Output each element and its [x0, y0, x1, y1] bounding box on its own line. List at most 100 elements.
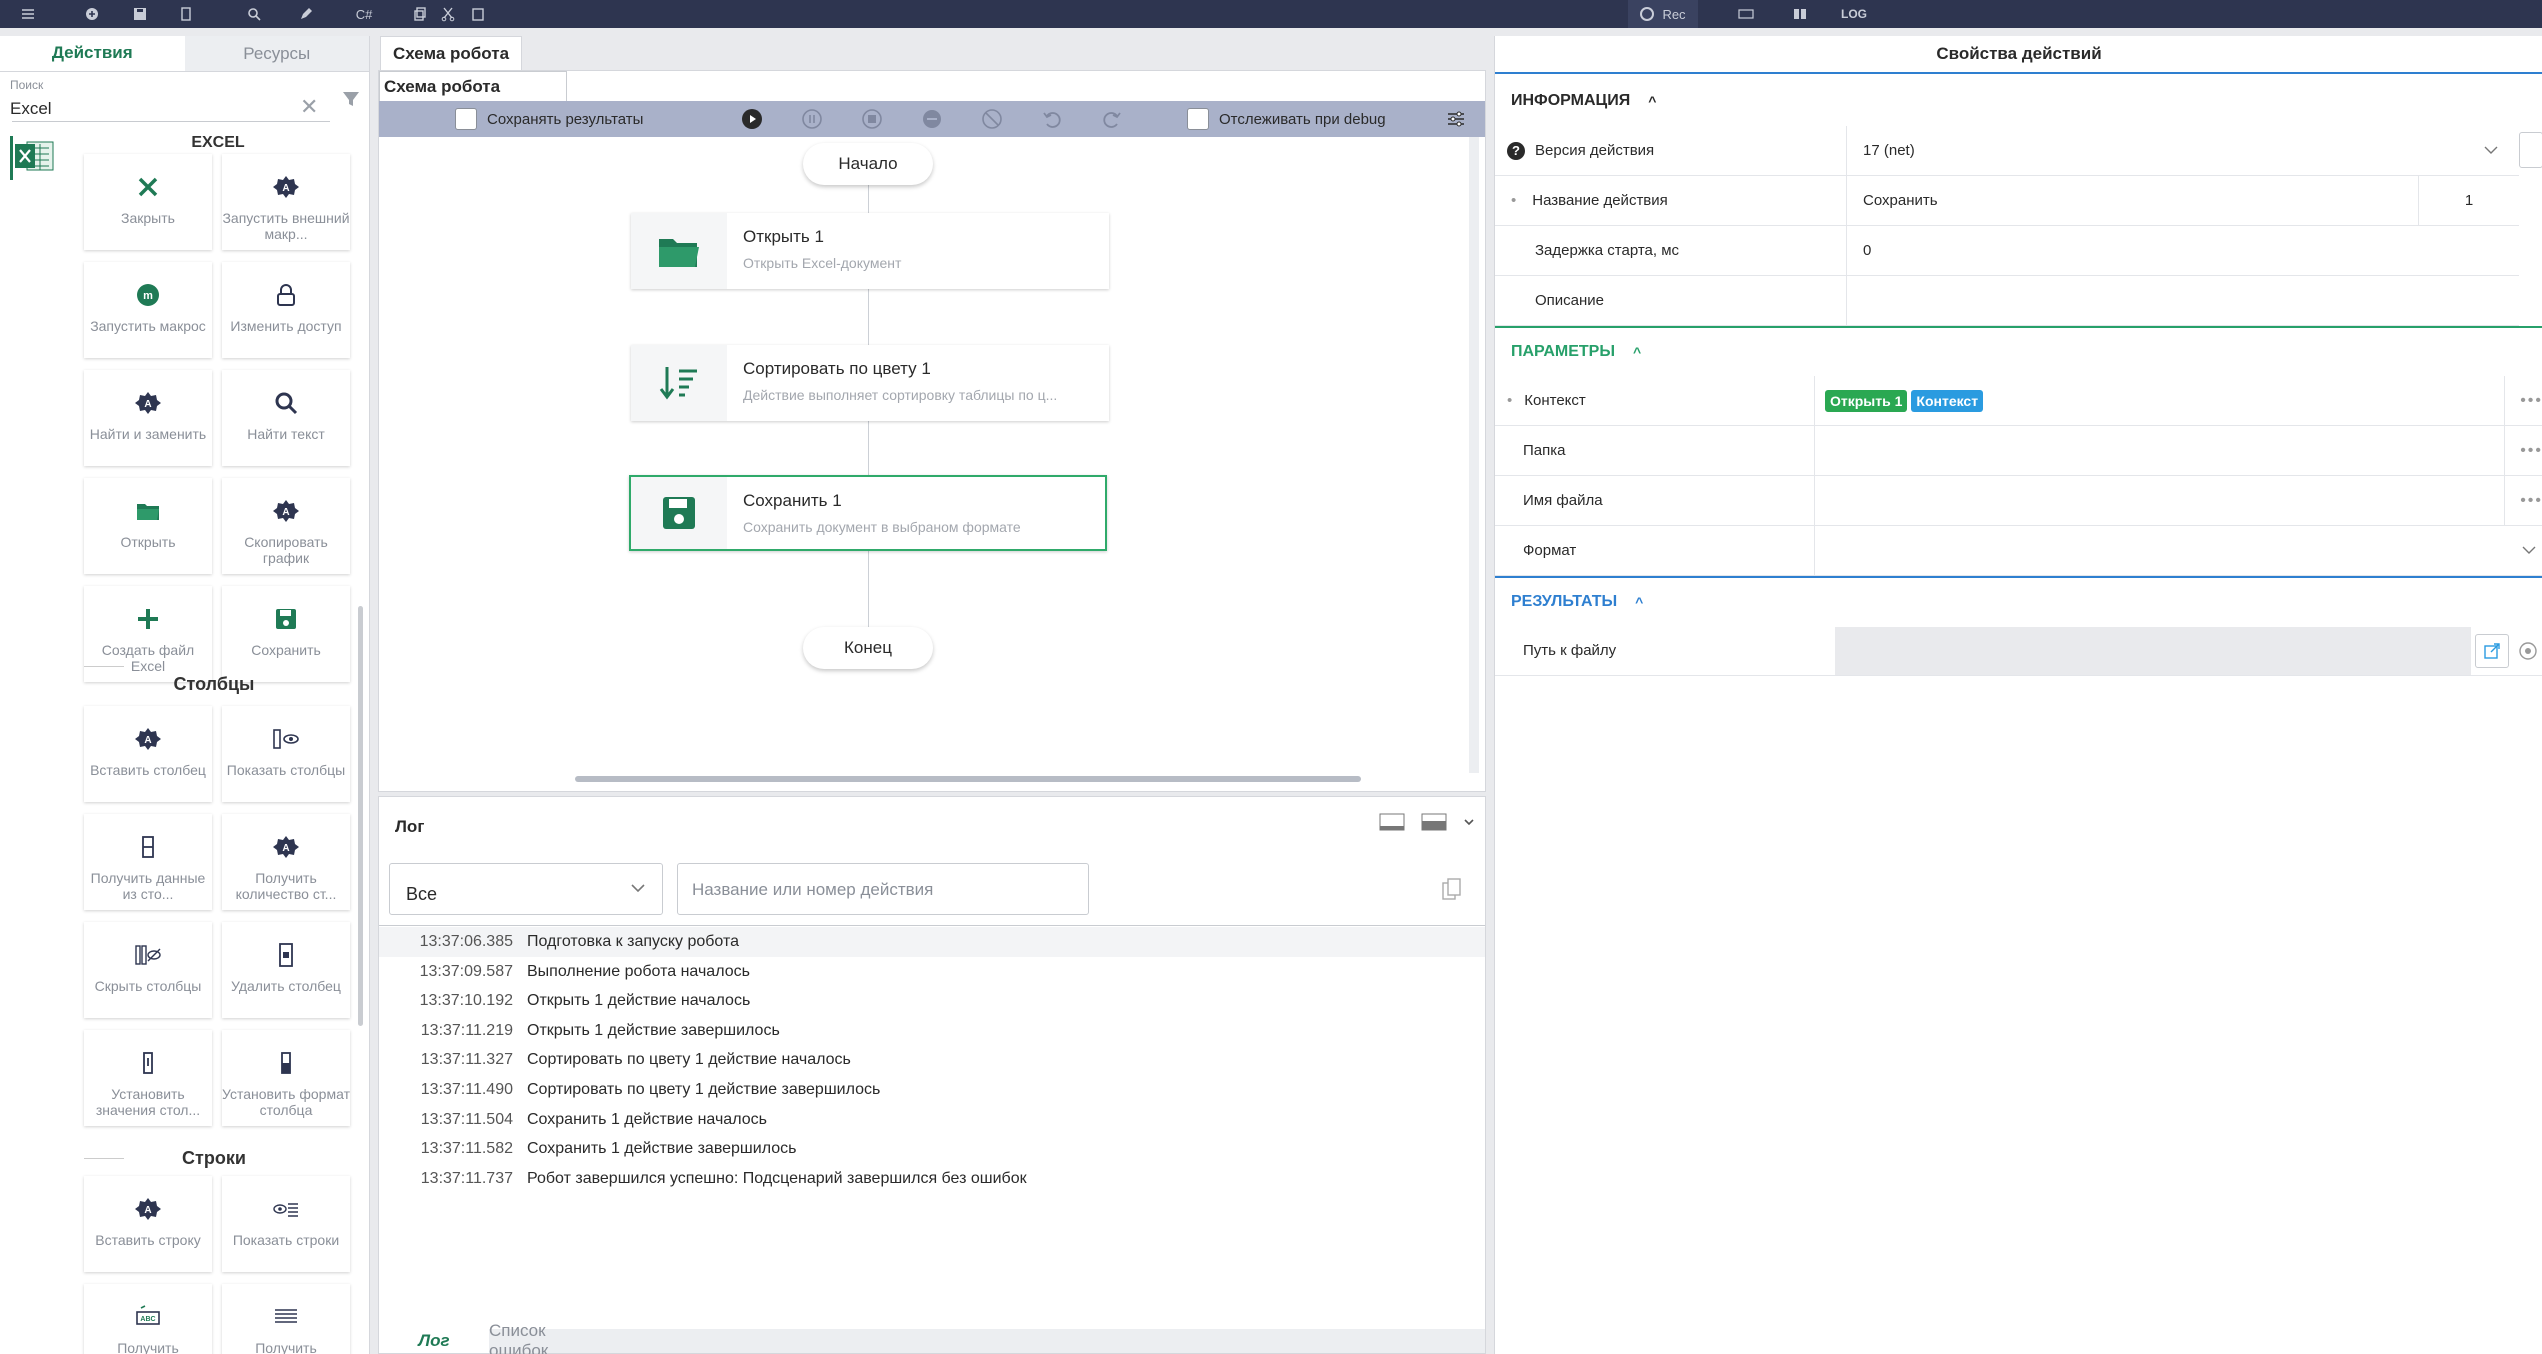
book-icon[interactable] — [1780, 0, 1820, 28]
schema-vertical-scrollbar[interactable] — [1469, 137, 1479, 773]
name-input[interactable]: Сохранить — [1847, 176, 2419, 225]
paste-icon[interactable] — [458, 0, 498, 28]
action-tile[interactable]: Удалить столбец — [222, 922, 350, 1018]
action-tile[interactable]: A Вставить столбец — [84, 706, 212, 802]
dock-bottom-icon[interactable] — [1379, 813, 1405, 831]
folder-input[interactable] — [1815, 426, 2505, 475]
left-scrollbar[interactable] — [358, 606, 363, 1026]
flow-node-sort[interactable]: Сортировать по цвету 1 Действие выполняет… — [631, 345, 1109, 421]
log-search-input[interactable]: Название или номер действия — [677, 863, 1089, 915]
tab-robot-schema[interactable]: Схема робота — [380, 36, 522, 70]
play-icon[interactable] — [741, 108, 763, 130]
tab-errors[interactable]: Список ошибок — [489, 1321, 599, 1354]
settings-sliders-icon[interactable] — [1445, 108, 1467, 130]
context-value[interactable]: Открыть 1 Контекст — [1815, 376, 2505, 425]
undo-icon[interactable] — [1041, 108, 1063, 130]
action-tile[interactable]: Получить данные из сто... — [84, 814, 212, 910]
action-tile[interactable]: Открыть — [84, 478, 212, 574]
excel-category-icon[interactable] — [10, 136, 58, 180]
delay-input[interactable]: 0 — [1847, 226, 1871, 275]
section-info[interactable]: ИНФОРМАЦИЯ ^ — [1495, 76, 2542, 126]
menu-icon[interactable] — [8, 0, 48, 28]
log-button[interactable]: LOG — [1834, 0, 1874, 28]
action-tile[interactable]: Установить формат столбца — [222, 1030, 350, 1126]
action-tile[interactable]: A Получить количество ст... — [222, 814, 350, 910]
prop-description: Описание — [1495, 276, 2519, 326]
action-tile[interactable]: Скрыть столбцы — [84, 922, 212, 1018]
flow-node-open[interactable]: Открыть 1 Открыть Excel-документ — [631, 213, 1109, 289]
log-level-select[interactable]: Все — [389, 863, 663, 915]
log-entry[interactable]: 13:37:11.219 Открыть 1 действие завершило… — [379, 1016, 1485, 1046]
log-entry[interactable]: 13:37:11.582 Сохранить 1 действие заверши… — [379, 1134, 1485, 1164]
redo-icon[interactable] — [1101, 108, 1123, 130]
action-tile[interactable]: ABC Получить — [84, 1284, 212, 1354]
log-entry[interactable]: 13:37:10.192 Открыть 1 действие началось — [379, 986, 1485, 1016]
clipboard-icon[interactable] — [166, 0, 206, 28]
action-tile[interactable]: Показать строки — [222, 1176, 350, 1272]
debug-checkbox[interactable] — [1187, 108, 1209, 130]
sub-tab-robot-schema[interactable]: Схема робота — [379, 71, 567, 101]
log-entry[interactable]: 13:37:11.504 Сохранить 1 действие началос… — [379, 1105, 1485, 1135]
search-input[interactable] — [12, 76, 330, 122]
csharp-button[interactable]: C# — [344, 0, 384, 28]
start-node[interactable]: Начало — [803, 143, 933, 185]
schema-horizontal-scrollbar[interactable] — [575, 776, 1361, 782]
target-icon[interactable] — [2517, 640, 2539, 662]
action-tile[interactable]: Получить — [222, 1284, 350, 1354]
save-icon[interactable] — [120, 0, 160, 28]
chevron-down-icon[interactable] — [1463, 813, 1475, 831]
edit-icon[interactable] — [286, 0, 326, 28]
side-button[interactable] — [2519, 132, 2542, 168]
search-value[interactable]: Excel — [10, 99, 52, 119]
more-icon[interactable]: ••• — [2520, 392, 2542, 410]
action-tile-label: Установить формат столбца — [222, 1086, 350, 1118]
add-icon[interactable] — [72, 0, 112, 28]
clear-icon[interactable]: ✕ — [300, 94, 318, 120]
log-entry[interactable]: 13:37:11.737 Робот завершился успешно: По… — [379, 1164, 1485, 1194]
more-icon[interactable]: ••• — [2520, 492, 2542, 510]
copy-icon[interactable] — [1441, 877, 1463, 901]
stop-icon[interactable] — [861, 108, 883, 130]
action-tile[interactable]: A Скопировать график — [222, 478, 350, 574]
flow-node-save[interactable]: Сохранить 1 Сохранить документ в выбраном… — [629, 475, 1107, 551]
log-entry[interactable]: 13:37:11.490 Сортировать по цвету 1 дейст… — [379, 1075, 1485, 1105]
keyboard-icon[interactable] — [1726, 0, 1766, 28]
tab-actions[interactable]: Действия — [0, 36, 185, 71]
description-input[interactable] — [1847, 276, 1863, 325]
minus-icon[interactable] — [921, 108, 943, 130]
action-tile[interactable]: Сохранить — [222, 586, 350, 682]
action-tile[interactable]: Найти текст — [222, 370, 350, 466]
close-icon — [133, 172, 163, 202]
dock-half-icon[interactable] — [1421, 813, 1447, 831]
more-icon[interactable]: ••• — [2520, 442, 2542, 460]
action-tile[interactable]: A Запустить внешний макр... — [222, 154, 350, 250]
action-tile[interactable]: Изменить доступ — [222, 262, 350, 358]
save-results-checkbox[interactable] — [455, 108, 477, 130]
log-entry[interactable]: 13:37:06.385 Подготовка к запуску робота — [379, 927, 1485, 957]
search-icon[interactable] — [234, 0, 274, 28]
tab-log[interactable]: Лог — [379, 1329, 489, 1353]
end-node[interactable]: Конец — [803, 627, 933, 669]
export-button[interactable] — [2475, 634, 2509, 668]
format-select[interactable] — [1815, 526, 2542, 575]
action-tile[interactable]: A Вставить строку — [84, 1176, 212, 1272]
action-tile[interactable]: Закрыть — [84, 154, 212, 250]
action-tile[interactable]: Установить значения стол... — [84, 1030, 212, 1126]
section-results[interactable]: РЕЗУЛЬТАТЫ ^ — [1495, 576, 2542, 626]
log-entry[interactable]: 13:37:11.327 Сортировать по цвету 1 дейст… — [379, 1045, 1485, 1075]
name-number[interactable]: 1 — [2419, 176, 2519, 225]
filter-icon[interactable] — [340, 88, 362, 110]
action-tile[interactable]: Показать столбцы — [222, 706, 350, 802]
help-icon[interactable]: ? — [1507, 141, 1525, 160]
block-icon[interactable] — [981, 108, 1003, 130]
version-select[interactable]: 17 (net) — [1847, 126, 2519, 175]
rec-button[interactable]: Rec — [1628, 0, 1698, 28]
action-tile[interactable]: m Запустить макрос — [84, 262, 212, 358]
filename-input[interactable] — [1815, 476, 2505, 525]
section-params[interactable]: ПАРАМЕТРЫ ^ — [1495, 326, 2542, 376]
log-entry[interactable]: 13:37:09.587 Выполнение робота началось — [379, 957, 1485, 987]
action-tile[interactable]: A Найти и заменить — [84, 370, 212, 466]
pause-icon[interactable] — [801, 108, 823, 130]
tab-resources[interactable]: Ресурсы — [184, 36, 369, 71]
action-tile[interactable]: Создать файл Excel — [84, 586, 212, 682]
